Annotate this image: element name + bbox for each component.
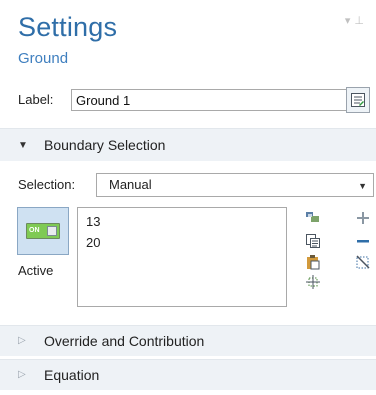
label-caption: Label:	[18, 92, 54, 107]
section-title: Boundary Selection	[44, 137, 166, 153]
copy-selection-icon[interactable]	[305, 233, 321, 249]
override-contribution-section[interactable]: ▷ Override and Contribution	[0, 325, 376, 356]
clear-selection-icon[interactable]	[355, 254, 371, 270]
edit-label-button[interactable]	[346, 87, 370, 113]
selection-row: Selection: Manual ▼	[18, 173, 376, 197]
settings-header: Settings Ground ▾⊥ Label:	[0, 0, 376, 125]
boundary-selection-section[interactable]: ▼ Boundary Selection	[0, 128, 376, 161]
toggle-knob	[47, 226, 57, 236]
list-item[interactable]: 20	[86, 235, 100, 250]
collapse-arrow-icon: ▼	[18, 140, 28, 151]
page-subtitle: Ground	[18, 50, 69, 67]
expand-arrow-icon: ▷	[18, 335, 26, 346]
selection-value: Manual	[109, 177, 152, 192]
equation-section[interactable]: ▷ Equation	[0, 359, 376, 390]
selection-list[interactable]: 13 20	[77, 207, 287, 307]
paste-selection-icon[interactable]	[305, 210, 321, 226]
toggle-switch: ON	[26, 223, 60, 239]
label-input[interactable]	[71, 89, 355, 111]
section-title: Equation	[44, 367, 100, 383]
dropdown-arrow-icon[interactable]: ▾	[345, 15, 355, 27]
active-toggle-button[interactable]: ON	[17, 207, 69, 255]
label-row: Label:	[18, 87, 370, 113]
active-label: Active	[18, 263, 54, 278]
window-controls[interactable]: ▾⊥	[345, 14, 368, 27]
page-title: Settings	[18, 12, 118, 42]
list-item[interactable]: 13	[86, 214, 100, 229]
pin-icon[interactable]: ⊥	[354, 15, 368, 27]
chevron-down-icon: ▼	[358, 181, 367, 191]
clipboard-icon[interactable]	[305, 254, 321, 270]
selection-label: Selection:	[18, 177, 76, 192]
add-icon[interactable]	[355, 210, 371, 226]
selection-dropdown[interactable]: Manual ▼	[96, 173, 374, 197]
zoom-to-selection-icon[interactable]	[305, 274, 321, 290]
toggle-on-text: ON	[29, 227, 40, 234]
remove-icon[interactable]	[355, 233, 371, 249]
edit-label-icon	[351, 93, 365, 107]
expand-arrow-icon: ▷	[18, 369, 26, 380]
section-title: Override and Contribution	[44, 333, 205, 349]
